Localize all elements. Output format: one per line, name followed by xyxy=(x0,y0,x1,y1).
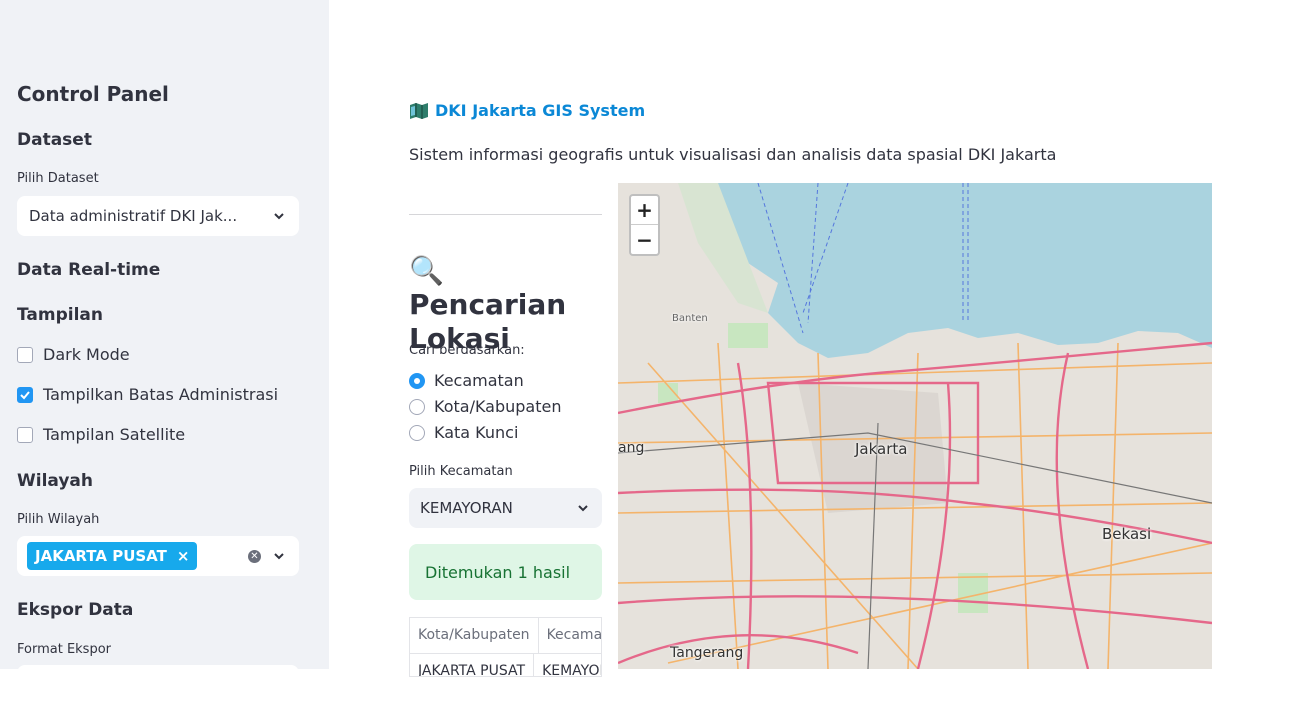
sidebar: Control Panel Dataset Pilih Dataset Data… xyxy=(0,0,329,705)
clear-icon[interactable]: ✕ xyxy=(248,549,261,563)
result-alert: Ditemukan 1 hasil xyxy=(409,544,602,600)
checkbox-box-checked[interactable] xyxy=(17,386,33,403)
map-icon xyxy=(410,102,428,119)
region-tag-label: JAKARTA PUSAT xyxy=(35,547,167,565)
results-table[interactable]: Kota/Kabupaten Kecamatan JAKARTA PUSAT K… xyxy=(409,617,602,677)
satellite-checkbox[interactable]: Tampilan Satellite xyxy=(17,425,185,444)
dataset-label: Pilih Dataset xyxy=(17,171,99,186)
checkbox-label: Tampilan Satellite xyxy=(43,425,186,444)
radio-label: Kecamatan xyxy=(434,371,524,390)
kecamatan-select-label: Pilih Kecamatan xyxy=(409,464,513,479)
search-by-label: Cari berdasarkan: xyxy=(409,343,525,358)
map-label-banten: Banten xyxy=(672,313,708,324)
realtime-heading: Data Real-time xyxy=(17,260,161,280)
display-heading: Tampilan xyxy=(17,305,103,325)
radio-label: Kata Kunci xyxy=(434,423,519,442)
page-title[interactable]: DKI Jakarta GIS System xyxy=(409,101,645,120)
map-label-ang: ang xyxy=(618,440,645,456)
radio-unselected[interactable] xyxy=(409,398,425,415)
export-heading: Ekspor Data xyxy=(17,600,134,620)
region-multiselect[interactable]: JAKARTA PUSAT × ✕ xyxy=(17,536,299,576)
table-header-cell[interactable]: Kota/Kabupaten xyxy=(410,618,539,653)
map-label-bekasi: Bekasi xyxy=(1102,525,1152,543)
region-tag[interactable]: JAKARTA PUSAT × xyxy=(27,542,198,570)
region-heading: Wilayah xyxy=(17,471,94,491)
kecamatan-select-value: KEMAYORAN xyxy=(420,499,513,517)
radio-label: Kota/Kabupaten xyxy=(434,397,562,416)
kecamatan-select[interactable]: KEMAYORAN xyxy=(409,488,602,528)
radio-kecamatan[interactable]: Kecamatan xyxy=(409,371,524,390)
radio-unselected[interactable] xyxy=(409,424,425,441)
page-description: Sistem informasi geografis untuk visuali… xyxy=(409,145,1057,164)
search-heading: 🔍 Pencarian Lokasi xyxy=(409,254,567,355)
map-label-tangerang: Tangerang xyxy=(670,645,744,661)
radio-selected[interactable] xyxy=(409,372,425,389)
table-row[interactable]: JAKARTA PUSAT KEMAYORAN xyxy=(410,654,601,676)
table-cell: KEMAYORAN xyxy=(534,654,601,676)
page-title-text: DKI Jakarta GIS System xyxy=(435,101,646,120)
check-icon xyxy=(20,390,30,399)
checkbox-box[interactable] xyxy=(17,346,33,363)
checkbox-label: Tampilkan Batas Administrasi xyxy=(43,385,279,404)
dataset-select[interactable]: Data administratif DKI Jak... xyxy=(17,196,299,236)
dark-mode-checkbox[interactable]: Dark Mode xyxy=(17,345,130,364)
checkbox-label: Dark Mode xyxy=(43,345,130,364)
chevron-down-icon[interactable] xyxy=(271,548,287,564)
map[interactable]: Jakarta Bekasi Tangerang ang Banten + − xyxy=(618,183,1212,669)
map-label-jakarta: Jakarta xyxy=(855,440,908,458)
radio-keyword[interactable]: Kata Kunci xyxy=(409,423,518,442)
table-header: Kota/Kabupaten Kecamatan xyxy=(410,618,601,654)
map-tiles xyxy=(618,183,1212,669)
chevron-down-icon xyxy=(578,505,588,512)
checkbox-box[interactable] xyxy=(17,426,33,443)
chevron-down-icon xyxy=(274,213,284,220)
region-label: Pilih Wilayah xyxy=(17,512,100,527)
radio-kota[interactable]: Kota/Kabupaten xyxy=(409,397,561,416)
zoom-out-button[interactable]: − xyxy=(631,225,658,254)
admin-boundary-checkbox[interactable]: Tampilkan Batas Administrasi xyxy=(17,385,278,404)
divider xyxy=(409,214,602,215)
table-header-cell[interactable]: Kecamatan xyxy=(539,618,601,653)
tag-remove-icon[interactable]: × xyxy=(177,547,190,565)
dataset-heading: Dataset xyxy=(17,130,92,150)
dataset-select-value: Data administratif DKI Jak... xyxy=(29,207,238,225)
export-format-label: Format Ekspor xyxy=(17,642,112,657)
zoom-control: + − xyxy=(629,194,660,256)
zoom-in-button[interactable]: + xyxy=(631,196,658,225)
sidebar-title: Control Panel xyxy=(17,82,169,106)
table-cell: JAKARTA PUSAT xyxy=(410,654,535,676)
export-format-select[interactable] xyxy=(17,665,299,705)
